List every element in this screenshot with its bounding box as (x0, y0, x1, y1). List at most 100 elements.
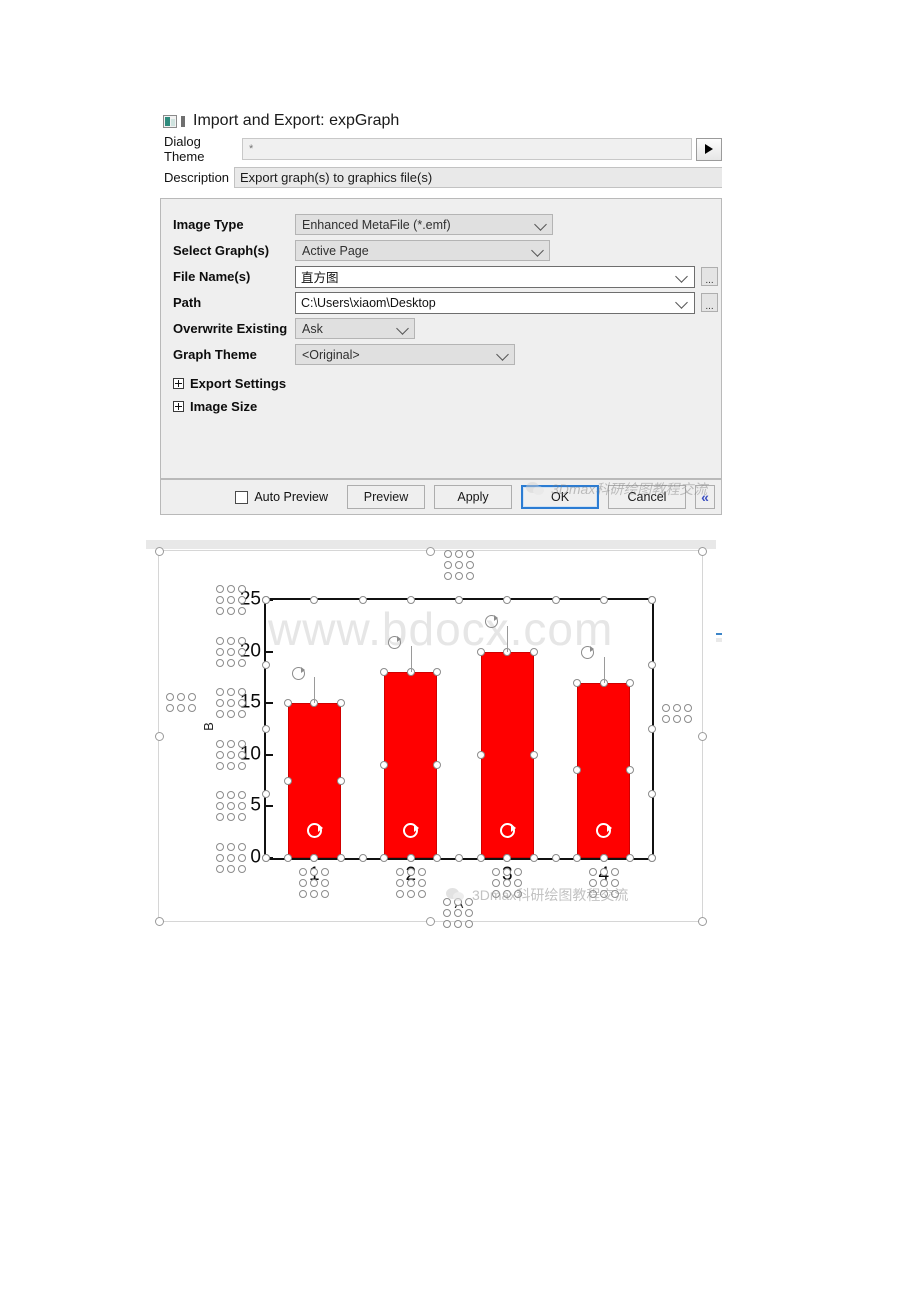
rotate-handle-icon[interactable] (306, 822, 323, 838)
selection-handle[interactable] (216, 596, 224, 604)
selection-handle[interactable] (238, 585, 246, 593)
selection-handle[interactable] (216, 658, 224, 667)
selection-handle[interactable] (648, 596, 656, 604)
selection-handle[interactable] (262, 854, 270, 862)
selection-handle[interactable] (433, 668, 442, 677)
selection-handle[interactable] (626, 678, 635, 687)
selection-handle[interactable] (599, 854, 608, 862)
selection-handle[interactable] (227, 658, 235, 667)
selection-handle[interactable] (476, 750, 485, 759)
selection-handle[interactable] (216, 854, 224, 862)
selection-handle[interactable] (283, 699, 292, 708)
page-selection-handle[interactable] (154, 916, 164, 926)
overwrite-existing-select[interactable]: Ask (295, 318, 415, 339)
ok-button[interactable]: OK (521, 485, 599, 509)
selection-handle[interactable] (216, 585, 224, 593)
select-graphs-select[interactable]: Active Page (295, 240, 550, 261)
selection-handle[interactable] (466, 561, 474, 569)
selection-handle[interactable] (227, 843, 235, 851)
selection-handle[interactable] (227, 761, 235, 770)
selection-handle[interactable] (417, 879, 426, 887)
page-selection-handle[interactable] (426, 546, 435, 556)
path-input[interactable]: C:\Users\xiaom\Desktop (295, 291, 695, 314)
rotate-handle-icon[interactable] (291, 666, 305, 680)
selection-handle[interactable] (262, 725, 270, 733)
selection-handle[interactable] (227, 739, 235, 748)
selection-handle[interactable] (262, 789, 270, 798)
selection-handle[interactable] (238, 607, 246, 615)
selection-handle[interactable] (395, 890, 404, 898)
selection-handle[interactable] (336, 776, 345, 785)
auto-preview-checkbox-row[interactable]: Auto Preview (235, 490, 328, 504)
file-names-input[interactable]: 直方图 (295, 265, 695, 288)
selection-handle[interactable] (476, 647, 485, 656)
selection-handle[interactable] (529, 854, 538, 862)
selection-handle[interactable] (238, 865, 246, 873)
selection-handle[interactable] (336, 699, 345, 708)
selection-handle[interactable] (406, 596, 415, 604)
selection-handle[interactable] (444, 550, 452, 558)
selection-handle[interactable] (216, 647, 224, 656)
file-names-browse-button[interactable]: ... (701, 267, 718, 286)
page-selection-handle[interactable] (697, 916, 707, 926)
selection-handle[interactable] (395, 868, 404, 876)
selection-handle[interactable] (227, 647, 235, 656)
selection-handle[interactable] (466, 550, 474, 558)
selection-handle[interactable] (588, 868, 597, 876)
selection-handle[interactable] (238, 750, 246, 759)
selection-handle[interactable] (648, 725, 656, 733)
selection-handle[interactable] (503, 596, 512, 604)
page-selection-handle[interactable] (154, 731, 164, 741)
page-selection-handle[interactable] (697, 546, 707, 556)
expand-plus-icon[interactable] (173, 377, 184, 389)
cancel-button[interactable]: Cancel (608, 485, 686, 509)
section-export-settings[interactable]: Export Settings (173, 373, 721, 393)
selection-handle[interactable] (238, 843, 246, 851)
selection-handle[interactable] (455, 550, 463, 558)
selection-handle[interactable] (417, 868, 426, 876)
selection-handle[interactable] (406, 854, 415, 862)
image-type-select[interactable]: Enhanced MetaFile (*.emf) (295, 214, 553, 235)
selection-handle[interactable] (216, 750, 224, 759)
selection-handle[interactable] (216, 636, 224, 645)
selection-handle[interactable] (216, 607, 224, 615)
selection-handle[interactable] (406, 890, 415, 898)
selection-handle[interactable] (262, 660, 270, 669)
path-browse-button[interactable]: ... (701, 293, 718, 312)
selection-handle[interactable] (358, 854, 367, 862)
selection-handle[interactable] (283, 776, 292, 785)
selection-handle[interactable] (454, 920, 463, 928)
rotate-handle-icon[interactable] (581, 646, 595, 660)
selection-handle[interactable] (599, 868, 608, 876)
selection-handle[interactable] (238, 647, 246, 656)
collapse-button[interactable]: « (695, 485, 715, 509)
selection-handle[interactable] (227, 854, 235, 862)
selection-handle[interactable] (455, 854, 463, 862)
selection-handle[interactable] (406, 868, 415, 876)
selection-handle[interactable] (551, 854, 560, 862)
selection-handle[interactable] (573, 678, 582, 687)
selection-handle[interactable] (476, 854, 485, 862)
selection-handle[interactable] (238, 761, 246, 770)
auto-preview-checkbox[interactable] (235, 490, 249, 504)
page-selection-handle[interactable] (154, 546, 164, 556)
selection-handle[interactable] (465, 920, 474, 928)
selection-handle[interactable] (216, 843, 224, 851)
selection-handle[interactable] (444, 572, 452, 580)
selection-handle[interactable] (599, 596, 608, 604)
selection-handle[interactable] (227, 750, 235, 759)
selection-handle[interactable] (216, 739, 224, 748)
selection-handle[interactable] (648, 660, 656, 669)
rotate-handle-icon[interactable] (484, 615, 498, 629)
selection-handle[interactable] (529, 647, 538, 656)
rotate-handle-icon[interactable] (499, 822, 516, 838)
selection-handle[interactable] (310, 596, 319, 604)
selection-handle[interactable] (466, 572, 474, 580)
selection-handle[interactable] (648, 854, 656, 862)
selection-handle[interactable] (227, 585, 235, 593)
page-selection-handle[interactable] (426, 916, 435, 926)
selection-handle[interactable] (238, 854, 246, 862)
selection-handle[interactable] (433, 761, 442, 770)
expand-plus-icon[interactable] (173, 400, 184, 412)
selection-handle[interactable] (443, 920, 452, 928)
